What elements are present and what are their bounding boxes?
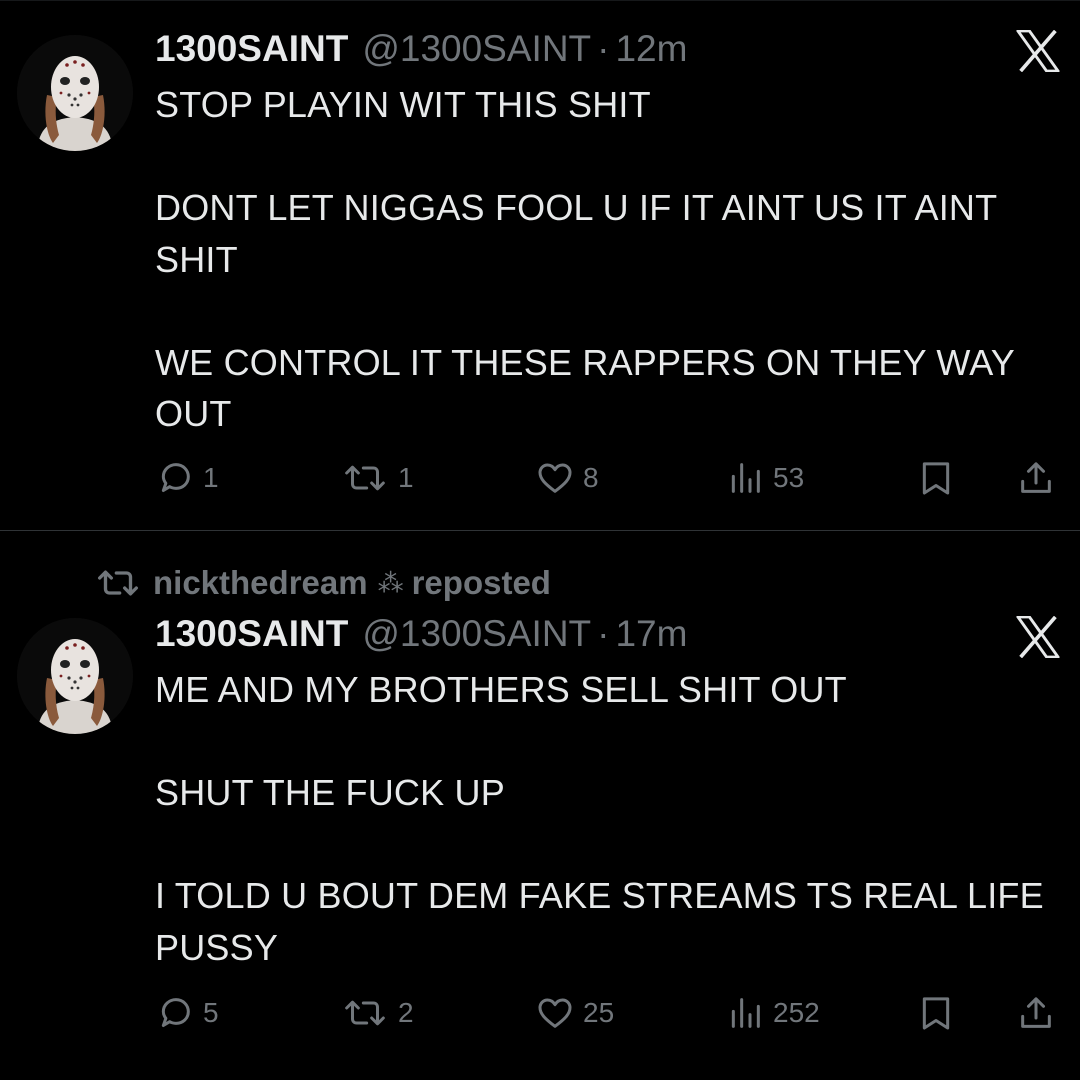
avatar[interactable] [17, 618, 133, 734]
tweet-header: 1300SAINT @1300SAINT · 17m [155, 613, 687, 657]
views-icon [731, 998, 760, 1028]
reply-icon [161, 463, 190, 492]
author-handle[interactable]: @1300SAINT [362, 28, 591, 70]
avatar[interactable] [17, 35, 133, 151]
author-name[interactable]: 1300SAINT [155, 28, 348, 70]
reply-count: 1 [203, 462, 219, 493]
views-button[interactable]: 53 [725, 456, 804, 500]
tweet-text: ME AND MY BROTHERS SELL SHIT OUT SHUT TH… [155, 669, 1044, 968]
separator-dot: · [597, 28, 610, 69]
views-icon [731, 463, 760, 493]
reply-button[interactable]: 5 [155, 991, 219, 1035]
bookmark-icon [922, 997, 950, 1030]
tweet-card[interactable]: nickthedream ⁂ reposted 1300SAINT @1300S… [0, 531, 1080, 1080]
sparkle-emoji: ⁂ [377, 567, 404, 598]
share-icon [1021, 462, 1051, 493]
bookmark-button[interactable] [916, 456, 956, 500]
heart-icon [538, 463, 572, 493]
bookmark-button[interactable] [916, 991, 956, 1035]
author-handle[interactable]: @1300SAINT [362, 613, 591, 655]
x-logo-icon[interactable] [1016, 30, 1060, 72]
repost-count: 1 [398, 462, 414, 493]
like-button[interactable]: 8 [535, 456, 599, 500]
reply-button[interactable]: 1 [155, 456, 219, 500]
tweet-header: 1300SAINT @1300SAINT · 12m [155, 28, 687, 72]
repost-icon [345, 465, 385, 491]
views-count: 53 [773, 462, 805, 493]
tweet-text: STOP PLAYIN WIT THIS SHIT DONT LET NIGGA… [155, 84, 1015, 434]
share-button[interactable] [1016, 456, 1056, 500]
timestamp[interactable]: 17m [615, 613, 687, 655]
avatar-image [17, 35, 133, 151]
x-logo-icon[interactable] [1016, 616, 1060, 658]
share-button[interactable] [1016, 991, 1056, 1035]
reply-count: 5 [203, 997, 219, 1028]
timestamp[interactable]: 12m [615, 28, 687, 70]
repost-icon [98, 570, 138, 596]
like-count: 8 [583, 462, 599, 493]
like-count: 25 [583, 997, 615, 1028]
repost-button[interactable]: 1 [340, 456, 414, 500]
separator-dot: · [597, 613, 610, 654]
like-button[interactable]: 25 [535, 991, 614, 1035]
action-bar: 1 1 8 53 [0, 456, 1080, 500]
avatar-image [17, 618, 133, 734]
repost-button[interactable]: 2 [340, 991, 414, 1035]
repost-context[interactable]: nickthedream ⁂ reposted [93, 561, 551, 605]
author-name[interactable]: 1300SAINT [155, 613, 348, 655]
views-button[interactable]: 252 [725, 991, 820, 1035]
repost-count: 2 [398, 997, 414, 1028]
share-icon [1021, 997, 1051, 1028]
bookmark-icon [922, 462, 950, 495]
repost-icon [345, 1000, 385, 1026]
tweet-card[interactable]: 1300SAINT @1300SAINT · 12m STOP PLAYIN W… [0, 0, 1080, 530]
views-count: 252 [773, 997, 820, 1028]
reposter-name[interactable]: nickthedream [153, 564, 368, 602]
heart-icon [538, 998, 572, 1028]
repost-label: reposted [411, 564, 551, 601]
action-bar: 5 2 25 252 [0, 991, 1080, 1035]
reply-icon [161, 998, 190, 1027]
